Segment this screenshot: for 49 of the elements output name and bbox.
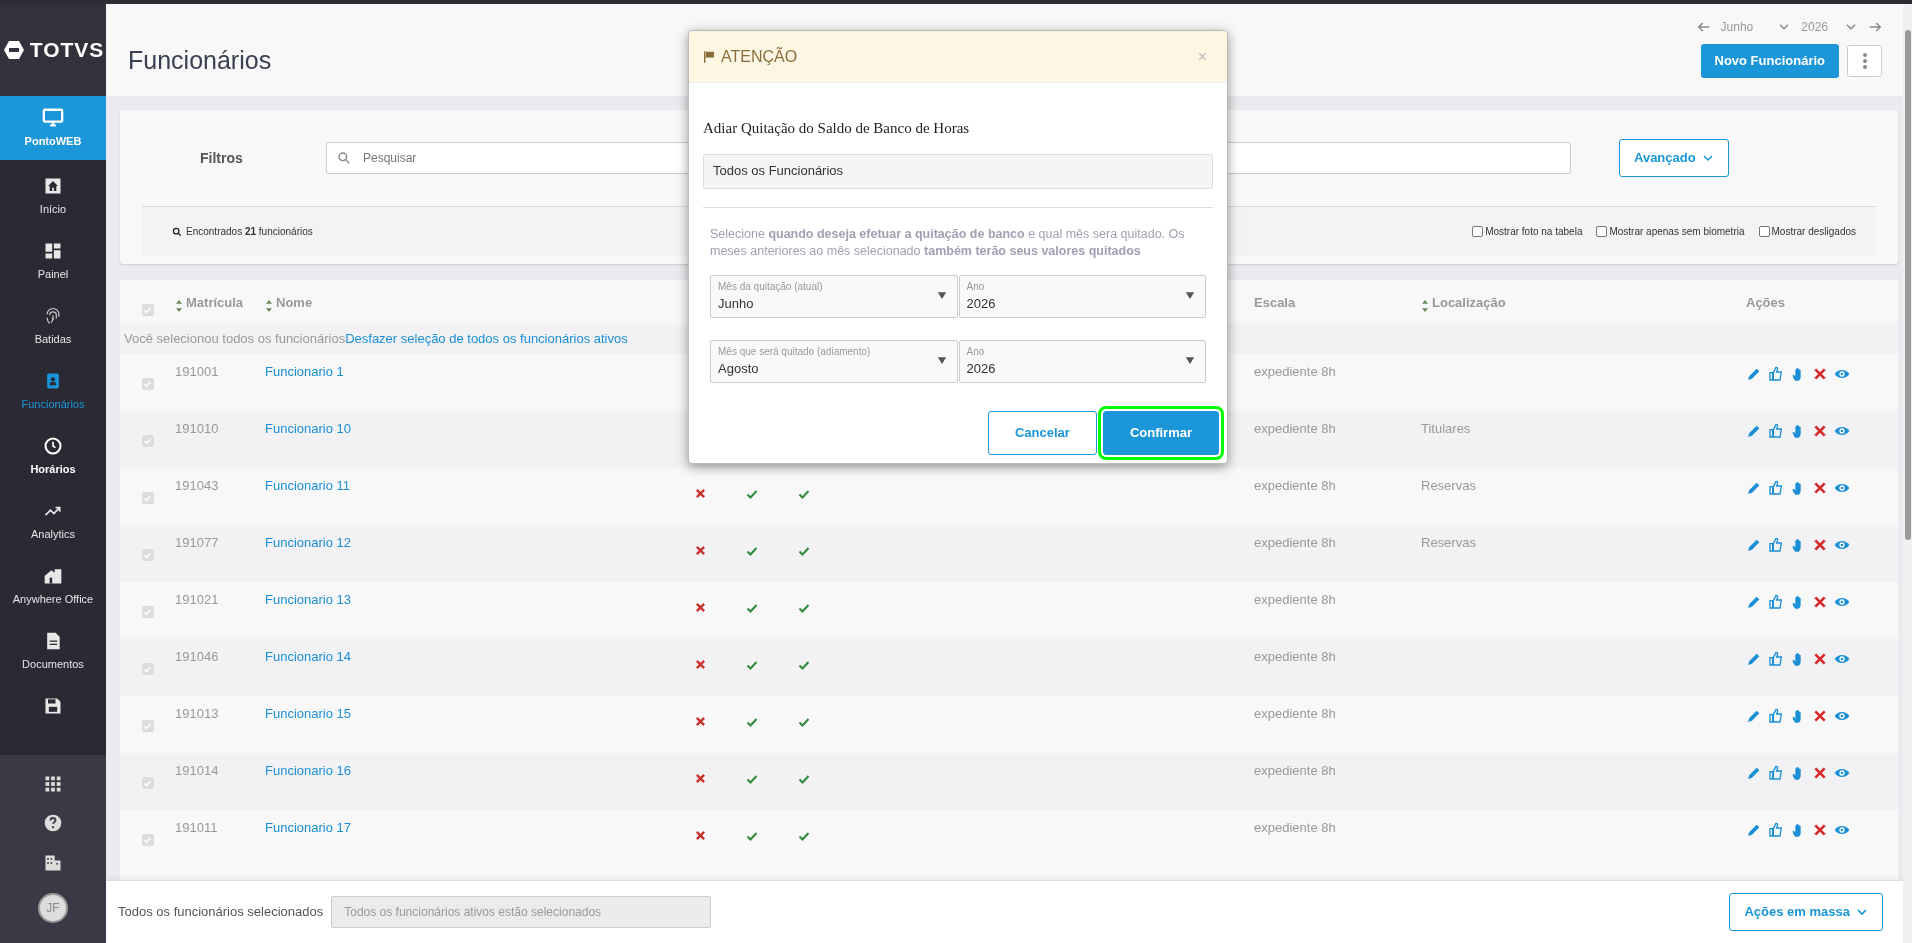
column-header: Ações — [1746, 293, 1786, 312]
page-title: Funcionários — [128, 45, 272, 76]
schedule-text: expediente 8h — [1254, 364, 1336, 379]
location-text: Reservas — [1421, 535, 1476, 550]
column-header: Nome — [276, 293, 313, 312]
filter-label: Filtros — [200, 148, 244, 168]
option-label: Mostrar foto na tabela — [1485, 225, 1583, 239]
column-header: Localização — [1432, 293, 1506, 312]
column-header: Matrícula — [186, 293, 244, 312]
nav-label: Painel — [37, 267, 69, 282]
description-text: Selecione quando deseja efetuar a quitação de banco e qual mês sera quitado. Os meses anteriores ao mês selecionado também terão seus valores quitados — [710, 225, 1186, 260]
selection-field: Todos os funcionários ativos estão selecionados — [331, 896, 712, 928]
employee-id: 191013 — [175, 706, 219, 721]
logo-text: TOTVS — [29, 37, 105, 64]
nav-label: Horários — [30, 462, 76, 477]
module-label: PontoWEB — [24, 133, 82, 149]
option-label: Mostrar desligados — [1771, 225, 1856, 239]
employees-field: Todos os Funcionários — [703, 153, 1213, 189]
schedule-text: expediente 8h — [1254, 706, 1336, 721]
schedule-text: expediente 8h — [1254, 649, 1336, 664]
schedule-text: expediente 8h — [1254, 763, 1336, 778]
schedule-text: expediente 8h — [1254, 478, 1336, 493]
location-text: Reservas — [1421, 478, 1476, 493]
employee-id: 191010 — [175, 421, 219, 436]
employee-id: 191014 — [175, 763, 219, 778]
modal-heading: Adiar Quitação do Saldo de Banco de Horas — [703, 119, 971, 138]
modal-title: ATENÇÃO — [721, 46, 798, 67]
nav-label: Funcionários — [21, 397, 85, 412]
employee-id: 191046 — [175, 649, 219, 664]
schedule-text: expediente 8h — [1254, 421, 1336, 436]
employee-id: 191021 — [175, 592, 219, 607]
result-count: Encontrados 21 funcionários — [186, 225, 313, 239]
column-header: Escala — [1254, 293, 1296, 312]
nav-label: Início — [39, 202, 67, 217]
employee-id: 191011 — [175, 820, 218, 835]
nav-label: Batidas — [34, 332, 72, 347]
schedule-text: expediente 8h — [1254, 592, 1336, 607]
option-label: Mostrar apenas sem biometria — [1609, 225, 1745, 239]
schedule-text: expediente 8h — [1254, 820, 1336, 835]
nav-label: Documentos — [22, 657, 84, 672]
employee-id: 191077 — [175, 535, 219, 550]
nav-label: Analytics — [31, 527, 75, 542]
schedule-text: expediente 8h — [1254, 535, 1336, 550]
employee-id: 191043 — [175, 478, 219, 493]
employee-id: 191001 — [175, 364, 219, 379]
location-text: Titulares — [1421, 421, 1471, 436]
bottom-label: Todos os funcionários selecionados — [118, 903, 324, 922]
selection-note: Você selecionou todos os funcionários — [124, 330, 346, 349]
nav-label: Anywhere Office — [12, 592, 94, 607]
